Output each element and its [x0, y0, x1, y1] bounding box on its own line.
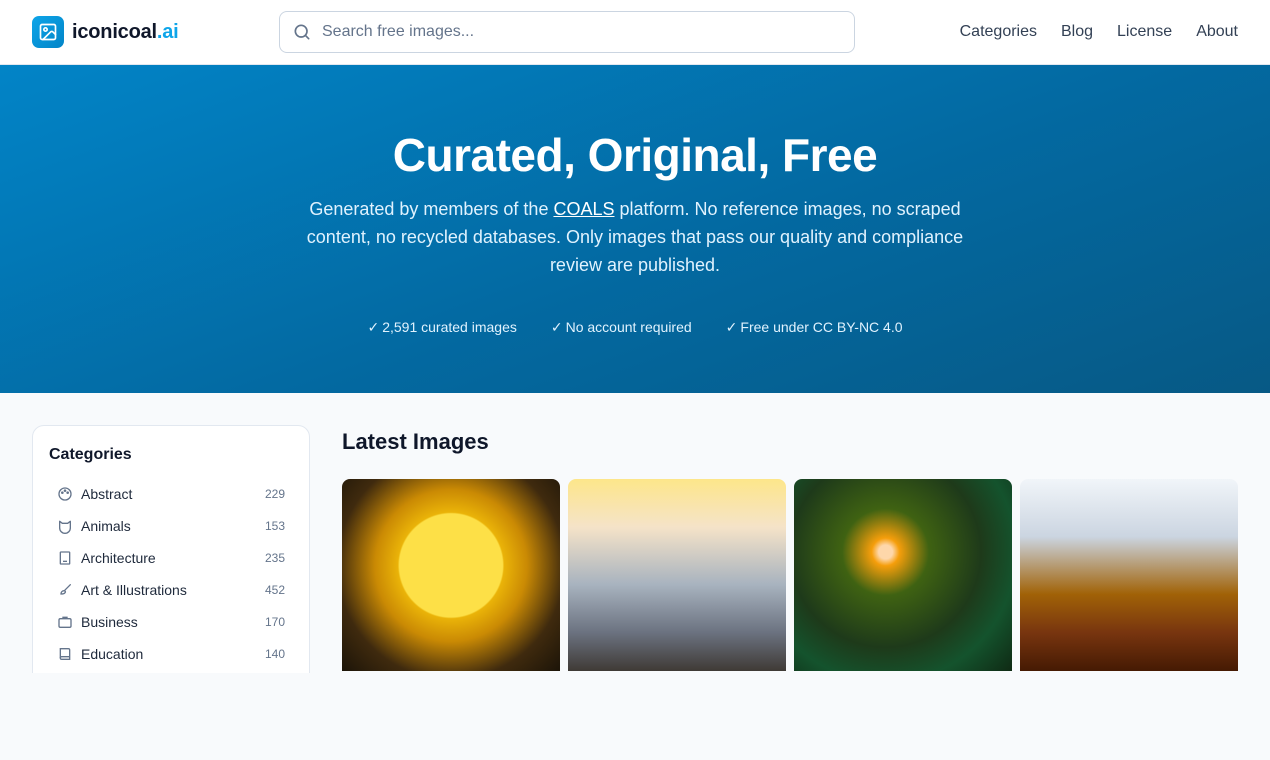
nav-blog[interactable]: Blog	[1061, 23, 1093, 41]
categories-sidebar: Categories Abstract 229 Animals 153 Arch…	[32, 425, 310, 673]
sidebar-title: Categories	[49, 446, 132, 463]
sidebar-item-art[interactable]: Art & Illustrations 452	[49, 574, 293, 606]
palette-icon	[57, 486, 73, 502]
coals-link[interactable]: COALS	[553, 199, 614, 219]
feature-no-account: ✓ No account required	[550, 319, 692, 335]
sidebar-item-education[interactable]: Education 140	[49, 638, 293, 670]
search-bar[interactable]	[279, 11, 855, 53]
classroom-child-image[interactable]	[1020, 479, 1238, 671]
sidebar-item-business[interactable]: Business 170	[49, 606, 293, 638]
nav-license[interactable]: License	[1117, 23, 1172, 41]
hero-title: Curated, Original, Free	[392, 129, 878, 181]
hero: Curated, Original, Free Generated by mem…	[0, 65, 1270, 393]
content-area: Categories Abstract 229 Animals 153 Arch…	[0, 393, 1270, 673]
check-icon: ✓	[725, 319, 738, 335]
building-icon	[57, 550, 73, 566]
sidebar-item-animals[interactable]: Animals 153	[49, 510, 293, 542]
hero-features: ✓ 2,591 curated images ✓ No account requir…	[0, 319, 1270, 336]
woman-tablet-image[interactable]	[568, 479, 786, 671]
logo-text: iconicoal.ai	[72, 20, 179, 43]
feature-license: ✓ Free under CC BY-NC 4.0	[725, 319, 903, 335]
nav-about[interactable]: About	[1196, 23, 1238, 41]
latest-images-section: Latest Images	[342, 425, 1238, 673]
owl-clock-image[interactable]	[342, 479, 560, 671]
site-header: iconicoal.ai Categories Blog License Abo…	[0, 0, 1270, 65]
hero-description: Generated by members of the COALS platfo…	[306, 199, 964, 275]
image-grid	[342, 479, 1238, 671]
nav-categories[interactable]: Categories	[960, 23, 1037, 41]
brush-icon	[57, 582, 73, 598]
search-input[interactable]	[322, 23, 822, 41]
sidebar-item-abstract[interactable]: Abstract 229	[49, 478, 293, 510]
logo[interactable]: iconicoal.ai	[32, 16, 179, 48]
sidebar-item-architecture[interactable]: Architecture 235	[49, 542, 293, 574]
check-icon: ✓	[367, 319, 380, 335]
search-icon	[294, 24, 310, 40]
briefcase-icon	[57, 614, 73, 630]
book-icon	[57, 646, 73, 662]
section-title: Latest Images	[342, 429, 489, 454]
logo-image-icon	[32, 16, 64, 48]
main-nav: Categories Blog License About	[960, 23, 1238, 41]
check-icon: ✓	[550, 319, 563, 335]
forest-tree-image[interactable]	[794, 479, 1012, 671]
cat-icon	[57, 518, 73, 534]
feature-images: ✓ 2,591 curated images	[367, 319, 517, 335]
